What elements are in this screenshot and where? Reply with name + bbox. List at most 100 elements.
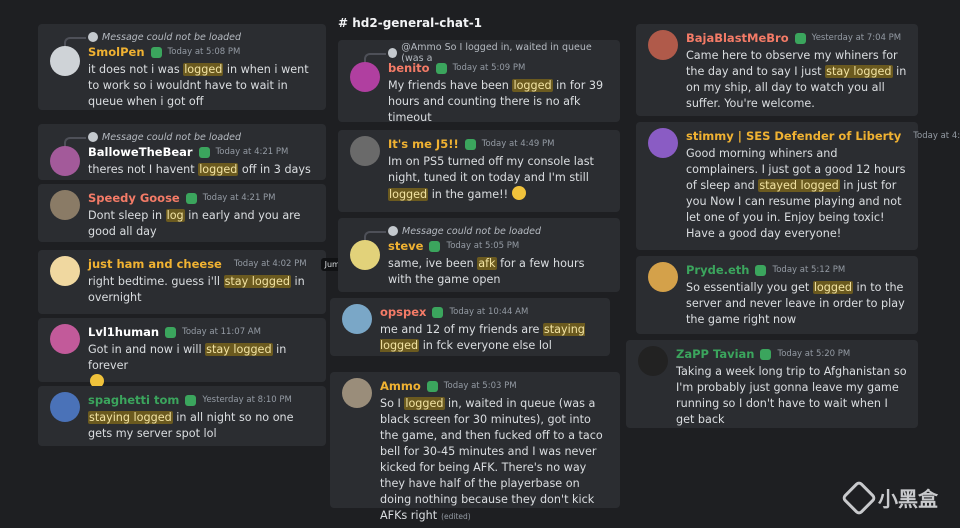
- timestamp: Today at 10:44 AM: [449, 307, 529, 317]
- chat-message[interactable]: BajaBlastMeBro Yesterday at 7:04 PM Came h…: [636, 24, 918, 116]
- role-badge-icon: [150, 46, 162, 58]
- avatar[interactable]: [342, 378, 372, 408]
- role-badge-icon: [432, 306, 444, 318]
- message-text: same, ive been afk for a few hours with …: [388, 257, 585, 286]
- timestamp: Today at 4:02 PM: [233, 259, 307, 269]
- message-text: theres not I havent logged off in 3 days: [88, 163, 311, 176]
- chat-message[interactable]: Lvl1human Today at 11:07 AM Got in and now…: [38, 318, 326, 388]
- message-text: me and 12 of my friends are staying logg…: [380, 323, 585, 352]
- reply-text: Message could not be loaded: [102, 31, 242, 43]
- message-text: So essentially you get logged in to the …: [686, 281, 905, 326]
- avatar[interactable]: [350, 136, 380, 166]
- avatar[interactable]: [50, 324, 80, 354]
- timestamp: Today at 5:09 PM: [452, 63, 526, 73]
- username[interactable]: stimmy | SES Defender of Liberty: [686, 129, 901, 143]
- chat-message[interactable]: Message could not be loaded steve Today at…: [338, 218, 620, 292]
- message-text: Good morning whiners and complainers. I …: [686, 147, 906, 240]
- username[interactable]: Speedy Goose: [88, 191, 180, 205]
- username[interactable]: just ham and cheese: [88, 257, 222, 271]
- username[interactable]: spaghetti tom: [88, 393, 179, 407]
- timestamp: Today at 4:21 PM: [215, 147, 289, 157]
- chat-message[interactable]: Pryde.eth Today at 5:12 PM So essentially …: [636, 256, 918, 334]
- timestamp: Today at 4:49 PM: [481, 139, 555, 149]
- username[interactable]: BajaBlastMeBro: [686, 31, 789, 45]
- avatar[interactable]: [50, 256, 80, 286]
- chat-message[interactable]: Speedy Goose Today at 4:21 PM Dont sleep i…: [38, 184, 326, 242]
- username[interactable]: BalloweTheBear: [88, 145, 193, 159]
- avatar[interactable]: [50, 392, 80, 422]
- role-badge-icon: [165, 326, 177, 338]
- chat-message[interactable]: just ham and cheese Today at 4:02 PM Jump r…: [38, 250, 349, 314]
- message-text: it does not i was logged in when i went …: [88, 63, 309, 108]
- username[interactable]: steve: [388, 239, 423, 253]
- reply-preview[interactable]: @Ammo So I logged in, waited in queue (w…: [364, 42, 610, 64]
- timestamp: Today at 4:46 PM: [913, 131, 960, 141]
- avatar[interactable]: [648, 128, 678, 158]
- avatar[interactable]: [648, 30, 678, 60]
- role-badge-icon: [435, 62, 447, 74]
- reply-arrow-icon: [88, 32, 98, 42]
- timestamp: Yesterday at 7:04 PM: [811, 33, 902, 43]
- timestamp: Today at 5:12 PM: [772, 265, 846, 275]
- avatar[interactable]: [342, 304, 372, 334]
- avatar[interactable]: [50, 146, 80, 176]
- reply-text: Message could not be loaded: [402, 225, 542, 237]
- chat-message[interactable]: opspex Today at 10:44 AM me and 12 of my f…: [330, 298, 610, 356]
- avatar[interactable]: [350, 240, 380, 270]
- message-text: Im on PS5 turned off my console last nig…: [388, 155, 594, 201]
- chat-message[interactable]: Ammo Today at 5:03 PM So I logged in, wait…: [330, 372, 620, 522]
- chat-message[interactable]: ZaPP Tavian Today at 5:20 PM Taking a week…: [626, 340, 918, 428]
- chat-message[interactable]: @Ammo So I logged in, waited in queue (w…: [338, 40, 620, 124]
- message-text: staying logged in all night so no one ge…: [88, 411, 294, 440]
- role-badge-icon: [185, 192, 197, 204]
- avatar[interactable]: [50, 190, 80, 220]
- chat-message[interactable]: Message could not be loaded BalloweTheBea…: [38, 124, 326, 180]
- username[interactable]: Pryde.eth: [686, 263, 749, 277]
- timestamp: Today at 4:21 PM: [202, 193, 276, 203]
- avatar[interactable]: [350, 62, 380, 92]
- reply-arrow-icon: [88, 132, 98, 142]
- reply-text: @Ammo So I logged in, waited in queue (w…: [401, 42, 592, 64]
- role-badge-icon: [426, 380, 438, 392]
- role-badge-icon: [429, 240, 441, 252]
- timestamp: Today at 5:08 PM: [167, 47, 241, 57]
- avatar[interactable]: [638, 346, 668, 376]
- avatar[interactable]: [50, 46, 80, 76]
- timestamp: Yesterday at 8:10 PM: [202, 395, 292, 405]
- username[interactable]: Ammo: [380, 379, 421, 393]
- role-badge-icon: [185, 394, 197, 406]
- role-badge-icon: [794, 32, 806, 44]
- reply-preview[interactable]: Message could not be loaded: [364, 224, 610, 241]
- reply-preview[interactable]: Message could not be loaded: [64, 130, 316, 147]
- watermark-icon: [840, 479, 878, 516]
- message-text: Taking a week long trip to Afghanistan s…: [676, 365, 907, 426]
- timestamp: Today at 5:05 PM: [446, 241, 520, 251]
- username[interactable]: ZaPP Tavian: [676, 347, 754, 361]
- username[interactable]: Lvl1human: [88, 325, 159, 339]
- chat-message[interactable]: Message could not be loaded SmolPen Today …: [38, 24, 326, 110]
- username[interactable]: SmolPen: [88, 45, 145, 59]
- message-text: Came here to observe my whiners for the …: [686, 49, 907, 110]
- role-badge-icon: [464, 138, 476, 150]
- username[interactable]: opspex: [380, 305, 426, 319]
- reply-avatar-icon: [388, 48, 398, 58]
- watermark-logo: 小黑盒: [840, 479, 938, 516]
- reply-preview[interactable]: Message could not be loaded: [64, 30, 316, 47]
- avatar[interactable]: [648, 262, 678, 292]
- timestamp: Today at 5:20 PM: [777, 349, 851, 359]
- timestamp: Today at 5:03 PM: [443, 381, 517, 391]
- chat-message[interactable]: It's me J5!! Today at 4:49 PM Im on PS5 tu…: [338, 130, 620, 212]
- reply-text: Message could not be loaded: [102, 131, 242, 143]
- message-text: So I logged in, waited in queue (was a b…: [380, 397, 603, 522]
- channel-title: # hd2-general-chat-1: [338, 16, 483, 30]
- chat-message[interactable]: spaghetti tom Yesterday at 8:10 PM staying…: [38, 386, 326, 446]
- laughing-emoji-icon: [511, 186, 526, 200]
- role-badge-icon: [755, 264, 767, 276]
- edited-label: (edited): [441, 512, 471, 521]
- message-text: right bedtime. guess i'll stay logged in…: [88, 275, 305, 304]
- reply-arrow-icon: [388, 226, 398, 236]
- chat-message[interactable]: stimmy | SES Defender of Liberty Today at…: [636, 122, 960, 250]
- message-text: Got in and now i will stay logged in for…: [88, 342, 316, 391]
- watermark-text: 小黑盒: [878, 487, 938, 511]
- username[interactable]: It's me J5!!: [388, 137, 459, 151]
